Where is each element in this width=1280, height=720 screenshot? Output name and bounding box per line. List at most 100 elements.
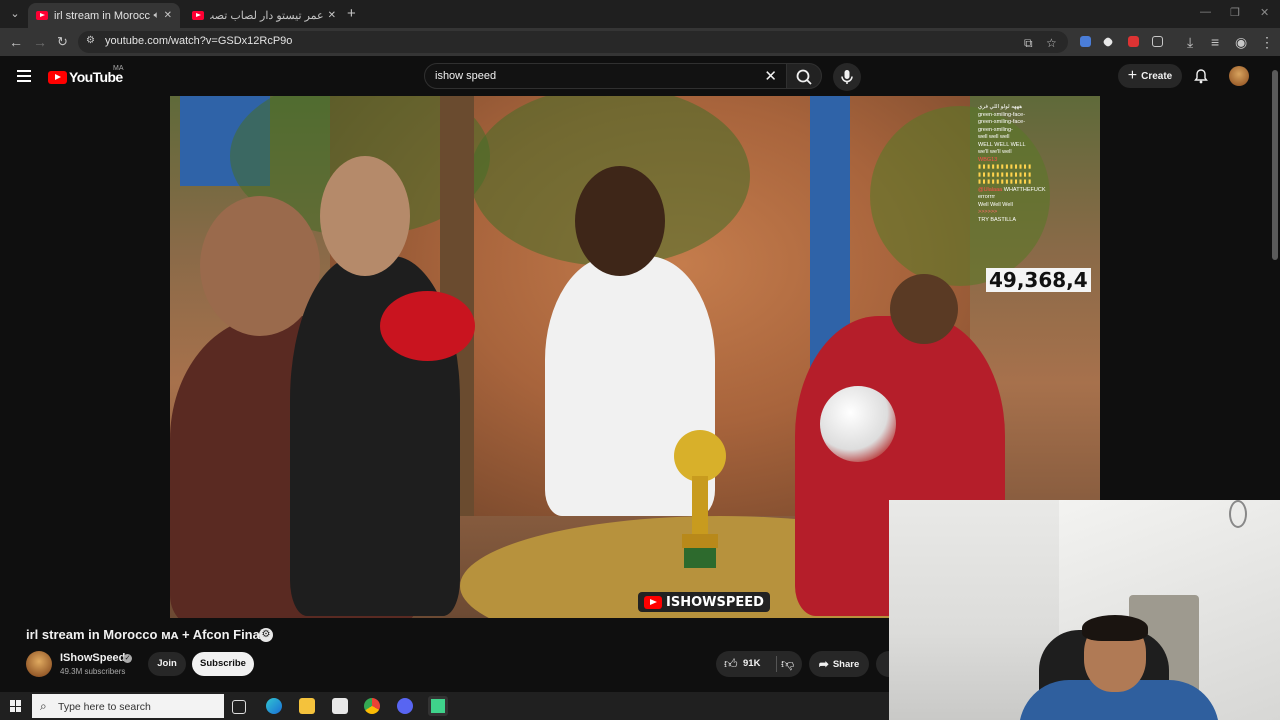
cast-icon[interactable]: ⧉	[1024, 36, 1033, 51]
chat-message: well well well	[978, 134, 1010, 140]
create-label: Create	[1141, 70, 1173, 82]
create-button[interactable]: + Create	[1118, 64, 1182, 88]
menu-icon[interactable]	[17, 70, 31, 82]
youtube-play-icon	[644, 595, 662, 609]
chat-message: Well Well Well	[978, 201, 1013, 208]
share-button[interactable]: ➦ Share	[809, 651, 869, 677]
chat-message: we'll we'll well	[978, 149, 1012, 155]
forward-icon[interactable]: →	[33, 33, 47, 51]
taskbar-search[interactable]: ⌕ Type here to search	[32, 694, 224, 718]
voice-search-button[interactable]	[833, 63, 861, 91]
chat-message: ▮ ▮ ▮ ▮ ▮ ▮ ▮ ▮ ▮ ▮ ▮ ▮	[978, 171, 1032, 178]
channel-avatar[interactable]	[26, 651, 52, 677]
country-code: MA	[113, 65, 124, 72]
video-person-second-head	[320, 156, 410, 276]
video-person-right-head	[890, 274, 958, 344]
search-icon: ⌕	[40, 699, 47, 713]
thumbs-up-icon[interactable]: 👍︎	[724, 656, 738, 672]
notifications-bell-icon[interactable]	[1193, 68, 1209, 84]
youtube-favicon-icon	[36, 11, 48, 20]
browser-toolbar: ← → ↻ ⚙ youtube.com/watch?v=GSDx12RcP9o …	[0, 28, 1280, 56]
download-icon[interactable]: ⤓	[1187, 33, 1193, 51]
more-actions-button[interactable]	[876, 651, 890, 677]
back-icon[interactable]: ←	[9, 33, 23, 51]
active-app-icon[interactable]	[428, 696, 448, 716]
edge-browser-icon[interactable]	[266, 698, 282, 714]
subscribe-button[interactable]: Subscribe	[192, 652, 254, 676]
browser-tab-strip: ⌄ irl stream in Morocco MA + 🔈︎ ✕ عمر تي…	[0, 0, 1280, 28]
video-red-fez	[380, 291, 475, 361]
chat-message: errorrrr	[978, 194, 996, 200]
live-chat-overlay: هههه لولو اللي فري green-smiling-face- g…	[978, 104, 1096, 224]
close-tab-icon[interactable]: ✕	[164, 10, 172, 21]
chat-message: WBG13	[978, 156, 998, 163]
like-dislike-group: 👍︎ 91K 👎︎	[716, 651, 802, 677]
browser-menu-icon[interactable]: ⋮	[1260, 33, 1274, 51]
clear-search-icon[interactable]: ✕	[764, 67, 777, 85]
chat-message: ▮ ▮ ▮ ▮ ▮ ▮ ▮ ▮ ▮ ▮ ▮ ▮	[978, 164, 1032, 170]
windows-start-icon[interactable]	[10, 700, 22, 712]
tab-title: irl stream in Morocco MA +	[54, 9, 150, 22]
reading-list-icon[interactable]: ≡	[1211, 33, 1219, 51]
reload-icon[interactable]: ↻	[57, 33, 68, 51]
search-button[interactable]	[786, 63, 822, 89]
youtube-logo[interactable]: YouTube MA	[48, 65, 124, 85]
search-box[interactable]: ishow speed ✕	[424, 63, 788, 89]
extensions-puzzle-icon[interactable]	[1152, 36, 1163, 47]
chat-message: green-smiling-face-	[978, 119, 1026, 125]
chat-message: WELL WELL WELL	[978, 141, 1026, 148]
webcam-overlay	[889, 500, 1280, 720]
page-scrollbar[interactable]	[1272, 70, 1278, 260]
tab-youtube-stream[interactable]: irl stream in Morocco MA + 🔈︎ ✕	[28, 3, 180, 28]
gear-icon: ⚙	[259, 628, 273, 642]
tab-title: عمر تيستو دار لصاب تصب | البرو	[210, 10, 324, 22]
youtube-favicon-icon	[192, 11, 204, 20]
chat-message: هههه لولو اللي فري	[978, 104, 1023, 110]
taskbar-search-placeholder[interactable]: Type here to search	[58, 701, 151, 713]
windows-taskbar: ⌕ Type here to search	[0, 692, 889, 720]
channel-name[interactable]: IShowSpeed	[60, 652, 125, 664]
channel-watermark: ISHOWSPEED	[638, 592, 770, 612]
search-input[interactable]: ishow speed	[435, 70, 496, 82]
chat-message: TRY BASTILLA	[978, 216, 1017, 223]
trophy-icon	[674, 430, 726, 568]
chrome-icon[interactable]	[364, 698, 380, 714]
video-soccer-ball	[820, 386, 896, 462]
chat-message: >>>>>>	[978, 209, 998, 215]
profile-icon[interactable]: ◉	[1235, 33, 1247, 51]
discord-icon[interactable]	[397, 698, 413, 714]
microphone-icon	[841, 70, 853, 84]
thumbs-down-icon[interactable]: 👎︎	[781, 656, 794, 672]
close-tab-icon[interactable]: ✕	[328, 10, 336, 21]
tab-arabic-video[interactable]: عمر تيستو دار لصاب تصب | البرو ✕	[184, 3, 344, 28]
tab-search-icon[interactable]: ⌄	[6, 5, 24, 23]
chat-message: @Ulalaaa WHATTHEFUCK	[978, 186, 1046, 193]
speaker-icon[interactable]: 🔈︎	[154, 10, 160, 21]
close-window-icon[interactable]: ✕	[1260, 6, 1269, 19]
translate-extension-icon[interactable]	[1080, 36, 1091, 47]
youtube-header: YouTube MA ishow speed ✕ + Create	[0, 56, 1280, 96]
url-text[interactable]: youtube.com/watch?v=GSDx12RcP9o	[105, 35, 292, 47]
extension-diamond-icon[interactable]	[1102, 36, 1114, 48]
site-info-icon[interactable]: ⚙	[86, 35, 100, 49]
like-count[interactable]: 91K	[743, 658, 760, 669]
share-label: Share	[832, 658, 860, 670]
join-button[interactable]: Join	[148, 652, 186, 676]
video-person-center-head	[575, 166, 665, 276]
subscriber-count: 49.3M subscribers	[60, 667, 126, 676]
bookmark-star-icon[interactable]: ☆	[1046, 36, 1057, 50]
restore-icon[interactable]: ❐	[1230, 6, 1240, 19]
verified-badge-icon: ✓	[123, 654, 132, 663]
address-bar[interactable]: ⚙ youtube.com/watch?v=GSDx12RcP9o ⧉ ☆	[78, 31, 1068, 53]
extension-red-icon[interactable]	[1128, 36, 1139, 47]
webcam-person-hair	[1082, 615, 1148, 641]
file-explorer-icon[interactable]	[299, 698, 315, 714]
minimize-icon[interactable]: —	[1200, 6, 1211, 18]
chat-message: ▮ ▮ ▮ ▮ ▮ ▮ ▮ ▮ ▮ ▮ ▮ ▮	[978, 179, 1032, 185]
task-view-icon[interactable]	[232, 700, 246, 714]
watermark-text: ISHOWSPEED	[666, 594, 764, 610]
youtube-play-icon	[48, 70, 67, 84]
account-avatar[interactable]	[1229, 66, 1249, 86]
new-tab-icon[interactable]: +	[347, 5, 356, 22]
microsoft-store-icon[interactable]	[332, 698, 348, 714]
